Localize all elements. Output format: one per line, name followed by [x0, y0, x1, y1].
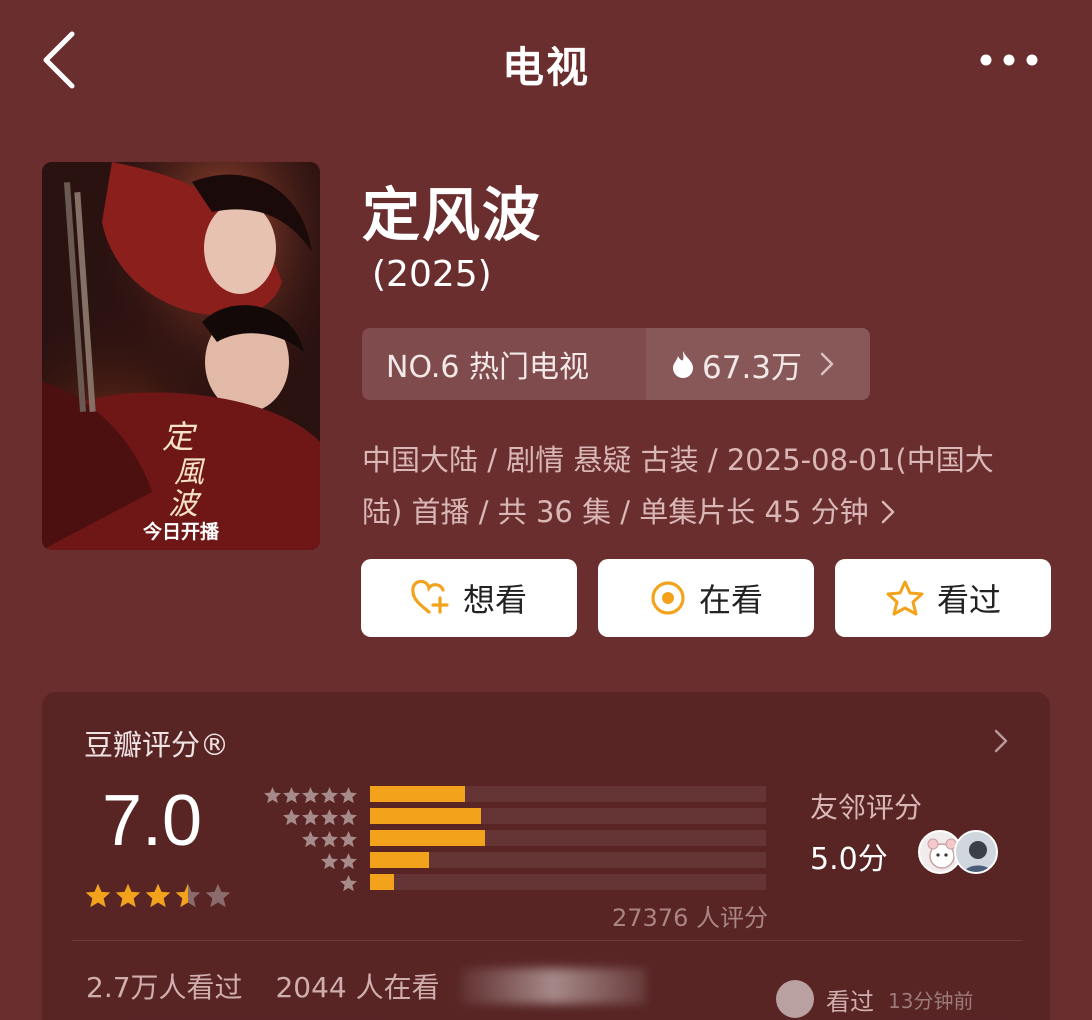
small-star-icon: [321, 831, 338, 848]
poster-logo-char: 波: [168, 487, 202, 520]
star-level-row: [258, 786, 358, 808]
meta-line-2: 陆) 首播 / 共 36 集 / 单集片长 45 分钟: [362, 495, 869, 529]
heat-indicator: 67.3万: [646, 328, 870, 400]
rating-stars: [84, 882, 232, 910]
star-level-row: [258, 874, 358, 896]
rating-bar-track: [370, 874, 766, 890]
heat-value: 67.3万: [702, 349, 803, 386]
rating-star-icon: [145, 883, 171, 908]
chevron-right-icon: [881, 500, 894, 524]
target-icon: [651, 581, 685, 615]
friend-activity[interactable]: 看过 13分钟前: [776, 980, 973, 1018]
show-year: (2025): [372, 254, 492, 295]
rating-bar-track: [370, 786, 766, 802]
rank-label: NO.6 热门电视: [386, 350, 589, 385]
small-star-icon: [302, 787, 319, 804]
activity-time: 13分钟前: [888, 988, 974, 1013]
small-star-icon: [302, 831, 319, 848]
more-button[interactable]: [972, 40, 1042, 80]
small-star-icon: [321, 787, 338, 804]
small-star-icon: [340, 875, 357, 892]
small-star-icon: [340, 853, 357, 870]
poster-logo-art: 定 風 波: [162, 418, 206, 520]
rating-bar-5-star: [370, 786, 466, 802]
activity-action: 看过: [826, 987, 874, 1016]
want-to-watch-label: 想看: [462, 581, 527, 619]
star-level-row: [258, 808, 358, 830]
small-star-icon: [321, 853, 338, 870]
rating-bar-3-star: [370, 830, 485, 846]
watching-button[interactable]: 在看: [598, 559, 814, 637]
douban-rating-label: 豆瓣评分®: [84, 728, 230, 762]
poster-banner-text: 今日开播: [142, 521, 219, 543]
small-star-icon: [283, 787, 300, 804]
watching-label: 在看: [698, 581, 763, 619]
rating-bar-track: [370, 852, 766, 868]
rank-badge[interactable]: NO.6 热门电视 67.3万: [362, 328, 870, 400]
friend-rating-score: 5.0分: [810, 842, 888, 877]
poster-logo-char: 風: [174, 455, 206, 490]
poster-logo-char: 定: [162, 418, 198, 456]
rating-score: 7.0: [102, 781, 203, 861]
meta-line-1: 中国大陆 / 剧情 悬疑 古装 / 2025-08-01(中国大: [362, 443, 994, 477]
heart-plus-icon: [411, 580, 449, 614]
show-meta-info[interactable]: 中国大陆 / 剧情 悬疑 古装 / 2025-08-01(中国大 陆) 首播 /…: [362, 434, 1042, 538]
star-level-row: [258, 830, 358, 852]
rating-bar-2-star: [370, 852, 430, 868]
poster-image[interactable]: 定 風 波 今日开播: [42, 162, 320, 550]
rating-bar-track: [370, 830, 766, 846]
meta-line-2-row: 陆) 首播 / 共 36 集 / 单集片长 45 分钟: [362, 486, 1042, 538]
rating-star-icon: [115, 883, 141, 908]
rating-distribution: [370, 786, 766, 896]
flame-icon: [673, 351, 693, 378]
show-title: 定风波: [362, 181, 543, 249]
activity-avatar: [776, 980, 814, 1018]
friend-rating-label: 友邻评分: [810, 791, 923, 824]
rating-bar-1-star: [370, 874, 394, 890]
small-star-icon: [340, 787, 357, 804]
small-star-icon: [264, 787, 281, 804]
want-to-watch-button[interactable]: 想看: [361, 559, 577, 637]
rating-star-icon: [205, 883, 231, 908]
chevron-right-icon: [820, 352, 834, 376]
more-dots-icon: [980, 54, 1038, 66]
chevron-right-icon[interactable]: [990, 726, 1014, 756]
divider: [72, 940, 1022, 941]
watched-label: 看过: [936, 581, 1001, 619]
small-star-icon: [283, 809, 300, 826]
friend-avatar[interactable]: [954, 830, 998, 874]
watched-button[interactable]: 看过: [835, 559, 1051, 637]
small-star-icon: [340, 809, 357, 826]
rating-count: 27376 人评分: [612, 904, 768, 932]
page-title: 电视: [501, 43, 590, 92]
watching-count: 2044 人在看: [275, 971, 440, 1004]
star-level-row: [258, 852, 358, 874]
rating-star-icon: [85, 883, 111, 908]
top-bar: 电视: [0, 0, 1092, 120]
blurred-text: [460, 968, 646, 1004]
rating-bar-track: [370, 808, 766, 824]
watched-count: 2.7万人看过: [86, 971, 243, 1004]
small-star-icon: [321, 809, 338, 826]
star-icon: [886, 580, 924, 616]
small-star-icon: [302, 809, 319, 826]
small-star-icon: [340, 831, 357, 848]
watch-stats: 2.7万人看过 2044 人在看: [86, 966, 464, 1006]
rating-star-icon: [175, 883, 201, 908]
rating-bar-4-star: [370, 808, 481, 824]
star-level-labels: [258, 786, 358, 896]
